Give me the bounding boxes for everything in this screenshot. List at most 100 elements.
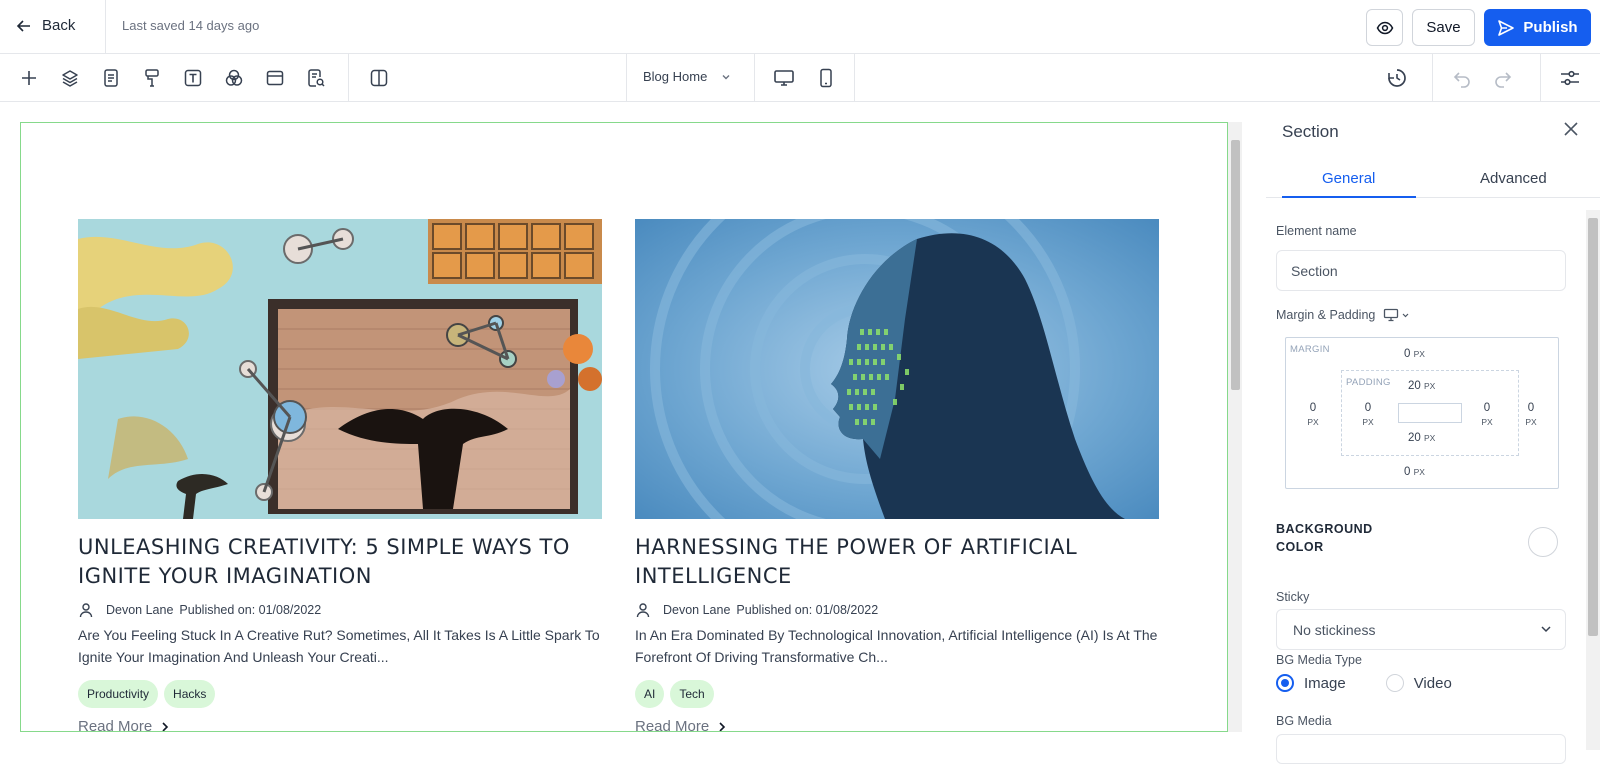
layers-icon[interactable] bbox=[58, 66, 82, 90]
post-date: Published on: 01/08/2022 bbox=[179, 603, 322, 617]
margin-padding-label: Margin & Padding bbox=[1276, 308, 1376, 322]
send-icon bbox=[1497, 19, 1515, 37]
sticky-select[interactable]: No stickiness bbox=[1276, 609, 1566, 650]
device-desktop-icon[interactable] bbox=[1383, 308, 1410, 322]
last-saved-status: Last saved 14 days ago bbox=[122, 18, 260, 33]
margin-right-value[interactable]: 0 PX bbox=[1523, 401, 1539, 429]
padding-left-value[interactable]: 0 PX bbox=[1360, 401, 1376, 429]
radio-image-label: Image bbox=[1304, 674, 1346, 692]
divider bbox=[1432, 54, 1433, 102]
chevron-down-icon bbox=[1539, 622, 1553, 636]
padding-box: PADDING 20 PX 0 PX 0 PX 20 PX bbox=[1341, 370, 1519, 456]
publish-label: Publish bbox=[1523, 19, 1578, 36]
sticky-select-value: No stickiness bbox=[1293, 622, 1376, 638]
editor-toolbar: Blog Home bbox=[0, 54, 1600, 102]
read-more-link[interactable]: Read More bbox=[635, 718, 1159, 732]
background-color-swatch[interactable] bbox=[1528, 527, 1558, 557]
post-excerpt: In An Era Dominated By Technological Inn… bbox=[635, 627, 1158, 665]
blog-post-card[interactable]: UNLEASHING CREATIVITY: 5 SIMPLE WAYS TO … bbox=[78, 219, 602, 732]
panel-scrollbar-thumb[interactable] bbox=[1588, 218, 1598, 636]
content-box bbox=[1398, 403, 1462, 423]
post-tags: Productivity Hacks bbox=[78, 680, 602, 708]
bg-media-input[interactable] bbox=[1276, 734, 1566, 764]
tag[interactable]: Productivity bbox=[78, 680, 159, 708]
page-selector-label: Blog Home bbox=[643, 69, 708, 84]
undo-icon[interactable] bbox=[1450, 66, 1474, 90]
divider bbox=[626, 54, 627, 102]
bg-media-label: BG Media bbox=[1276, 714, 1332, 728]
divider bbox=[348, 54, 349, 102]
post-image-ai-face[interactable] bbox=[635, 219, 1159, 519]
typography-icon[interactable] bbox=[181, 66, 205, 90]
user-icon bbox=[78, 602, 94, 618]
divider bbox=[854, 54, 855, 102]
tag[interactable]: Tech bbox=[670, 680, 714, 708]
margin-label: MARGIN bbox=[1290, 344, 1330, 355]
padding-bottom-value[interactable]: 20 PX bbox=[1408, 431, 1435, 445]
split-view-icon[interactable] bbox=[367, 66, 391, 90]
padding-top-value[interactable]: 20 PX bbox=[1408, 379, 1435, 393]
background-color-label: BACKGROUND COLOR bbox=[1276, 522, 1373, 554]
tag[interactable]: Hacks bbox=[164, 680, 216, 708]
post-meta: Devon Lane Published on: 01/08/2022 bbox=[635, 602, 1159, 618]
layout-icon[interactable] bbox=[263, 66, 287, 90]
post-image-street-art[interactable] bbox=[78, 219, 602, 519]
page-selector[interactable]: Blog Home bbox=[643, 69, 731, 84]
editor-canvas-area: UNLEASHING CREATIVITY: 5 SIMPLE WAYS TO … bbox=[0, 102, 1254, 753]
back-button[interactable]: Back bbox=[16, 17, 75, 34]
read-more-label: Read More bbox=[635, 718, 710, 732]
element-name-label: Element name bbox=[1276, 224, 1357, 238]
post-tags: AI Tech bbox=[635, 680, 1159, 708]
mobile-view-icon[interactable] bbox=[814, 66, 838, 90]
color-palette-icon[interactable] bbox=[222, 66, 246, 90]
divider bbox=[754, 54, 755, 102]
post-title[interactable]: HARNESSING THE POWER OF ARTIFICIAL INTEL… bbox=[635, 533, 1159, 591]
padding-right-value[interactable]: 0 PX bbox=[1479, 401, 1495, 429]
preview-button[interactable] bbox=[1366, 9, 1403, 46]
tab-advanced[interactable]: Advanced bbox=[1480, 170, 1547, 187]
margin-bottom-value[interactable]: 0 PX bbox=[1404, 465, 1425, 479]
close-icon[interactable] bbox=[1562, 120, 1580, 138]
chevron-right-icon bbox=[717, 721, 727, 731]
pages-icon[interactable] bbox=[99, 66, 123, 90]
bg-media-type-radios: Image Video bbox=[1276, 674, 1452, 692]
divider bbox=[1540, 54, 1541, 102]
post-author: Devon Lane bbox=[663, 603, 731, 617]
top-bar: Back Last saved 14 days ago Save Publish bbox=[0, 0, 1600, 54]
read-more-label: Read More bbox=[78, 718, 153, 732]
post-meta: Devon Lane Published on: 01/08/2022 bbox=[78, 602, 602, 618]
read-more-link[interactable]: Read More bbox=[78, 718, 602, 732]
active-tab-indicator bbox=[1282, 196, 1416, 198]
tab-general[interactable]: General bbox=[1322, 170, 1375, 187]
save-button[interactable]: Save bbox=[1412, 9, 1475, 46]
panel-tabs: General Advanced bbox=[1266, 160, 1600, 198]
element-name-input[interactable]: Section bbox=[1276, 250, 1566, 291]
chevron-down-icon bbox=[721, 72, 731, 82]
radio-video-label: Video bbox=[1413, 674, 1452, 692]
sticky-label: Sticky bbox=[1276, 590, 1310, 604]
tag[interactable]: AI bbox=[635, 680, 665, 708]
publish-button[interactable]: Publish bbox=[1484, 9, 1591, 46]
selected-section[interactable]: UNLEASHING CREATIVITY: 5 SIMPLE WAYS TO … bbox=[20, 122, 1228, 732]
user-icon bbox=[635, 602, 651, 618]
radio-video[interactable] bbox=[1385, 674, 1404, 692]
paint-roller-icon[interactable] bbox=[140, 66, 164, 90]
seo-search-icon[interactable] bbox=[304, 66, 328, 90]
blog-post-card[interactable]: HARNESSING THE POWER OF ARTIFICIAL INTEL… bbox=[635, 219, 1159, 732]
desktop-view-icon[interactable] bbox=[772, 66, 796, 90]
add-element-icon[interactable] bbox=[17, 66, 41, 90]
canvas-scrollbar-thumb[interactable] bbox=[1231, 140, 1240, 390]
history-icon[interactable] bbox=[1385, 66, 1409, 90]
settings-sliders-icon[interactable] bbox=[1558, 66, 1582, 90]
post-author: Devon Lane bbox=[106, 603, 174, 617]
bg-media-type-label: BG Media Type bbox=[1276, 653, 1362, 667]
post-title[interactable]: UNLEASHING CREATIVITY: 5 SIMPLE WAYS TO … bbox=[78, 533, 602, 591]
margin-left-value[interactable]: 0 PX bbox=[1305, 401, 1321, 429]
post-excerpt: Are You Feeling Stuck In A Creative Rut?… bbox=[78, 627, 600, 665]
properties-panel: Section General Advanced Element name Se… bbox=[1266, 102, 1600, 764]
padding-label: PADDING bbox=[1346, 377, 1391, 388]
margin-padding-box: MARGIN 0 PX 0 PX 0 PX 0 PX PADDING 20 PX 0… bbox=[1285, 337, 1559, 489]
margin-top-value[interactable]: 0 PX bbox=[1404, 347, 1425, 361]
redo-icon[interactable] bbox=[1491, 66, 1515, 90]
radio-image[interactable] bbox=[1276, 674, 1294, 692]
